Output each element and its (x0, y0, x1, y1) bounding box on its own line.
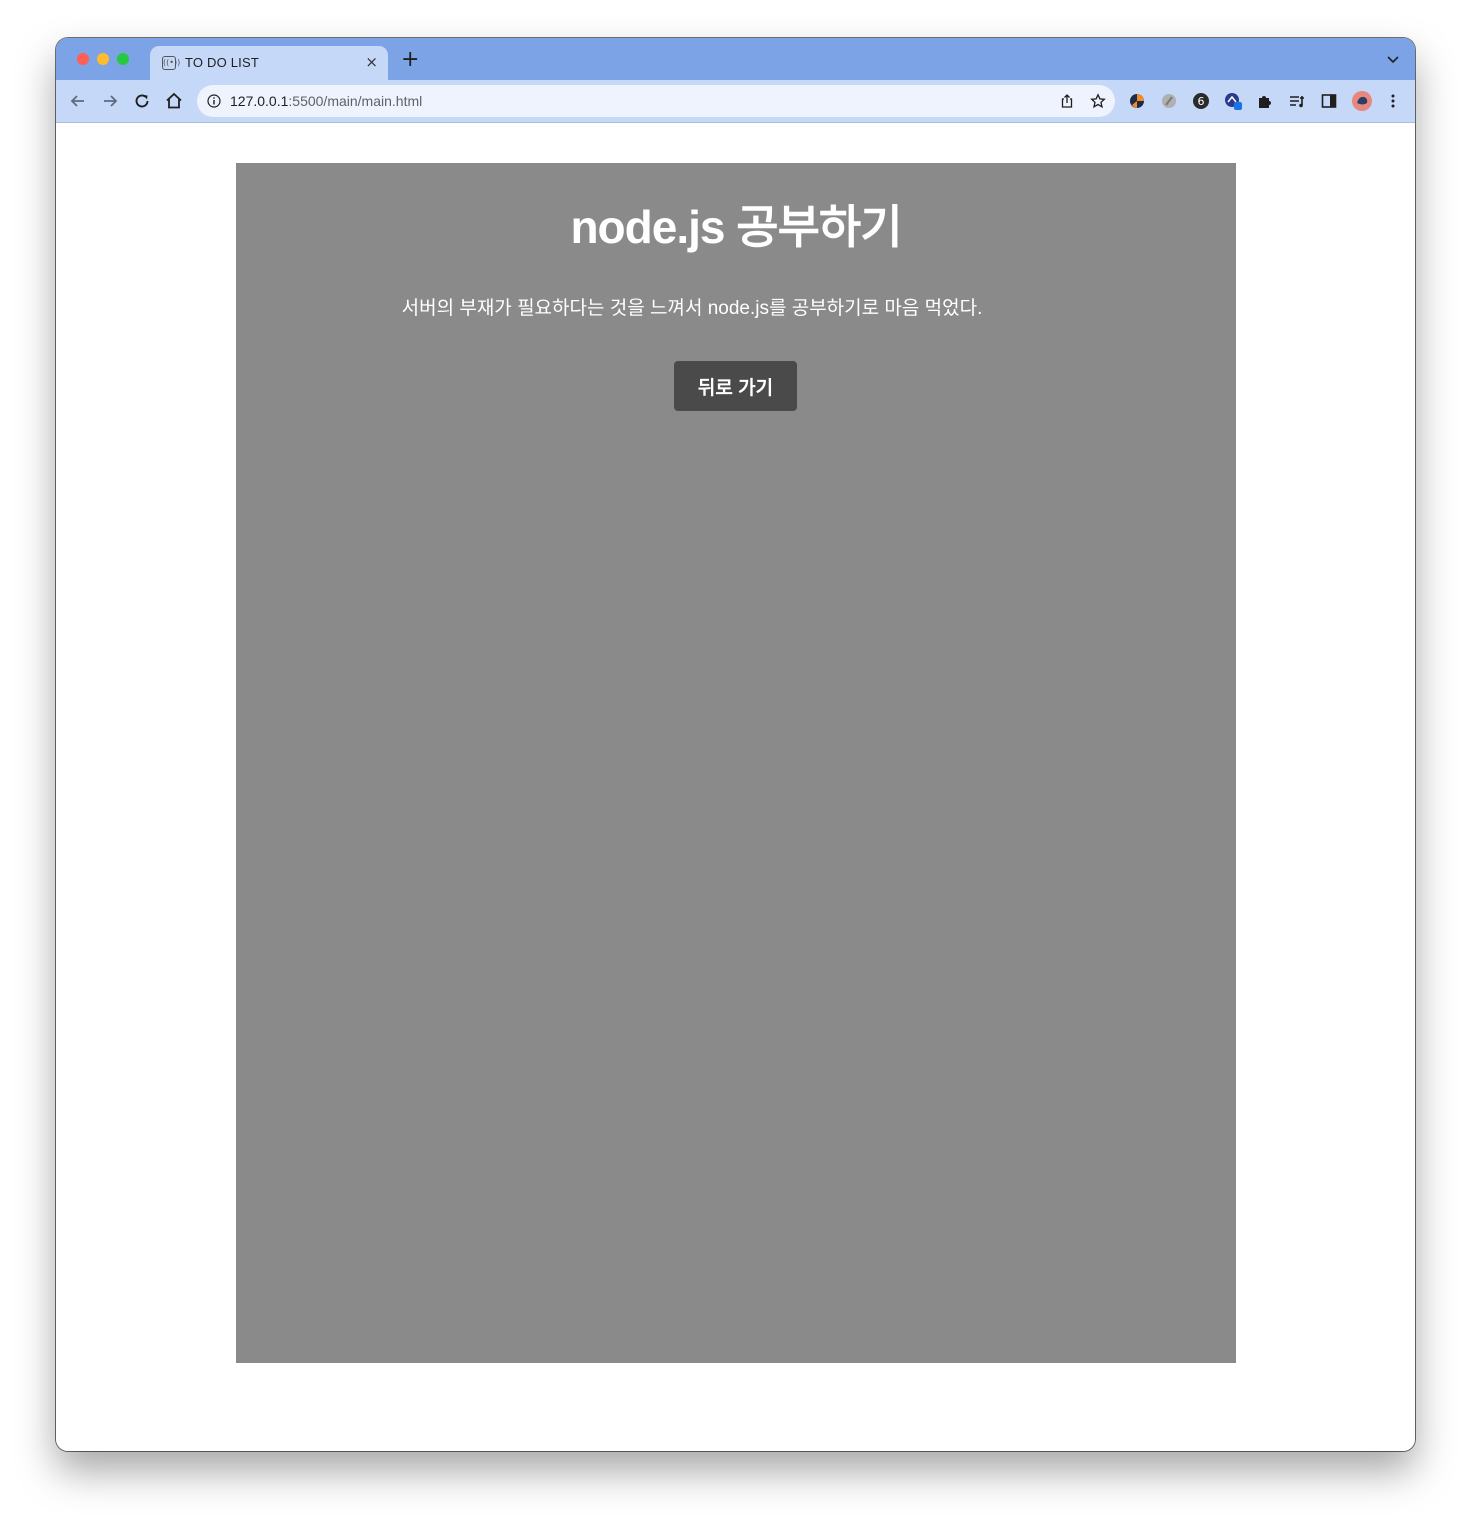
reading-list-icon[interactable] (1288, 92, 1306, 110)
browser-toolbar: 127.0.0.1:5500/main/main.html 6 (56, 80, 1415, 123)
tab-todo-list[interactable]: ((•)) TO DO LIST × (150, 46, 388, 80)
page-description: 서버의 부재가 필요하다는 것을 느껴서 node.js를 공부하기로 마음 먹… (401, 298, 983, 319)
url-host: 127.0.0.1 (230, 93, 289, 109)
url-text: 127.0.0.1:5500/main/main.html (230, 93, 422, 109)
broadcast-icon: ((•)) (162, 56, 180, 70)
browser-window: ((•)) TO DO LIST × + 127.0.0.1:5500/main… (56, 38, 1415, 1451)
side-panel-icon[interactable] (1320, 92, 1338, 110)
share-icon[interactable] (1059, 93, 1075, 109)
page-content: node.js 공부하기 서버의 부재가 필요하다는 것을 느껴서 node.j… (56, 123, 1415, 1451)
new-tab-button[interactable]: + (401, 49, 419, 71)
svg-text:6: 6 (1198, 95, 1205, 108)
info-icon[interactable] (207, 94, 221, 108)
extension-6-icon[interactable]: 6 (1192, 92, 1210, 110)
profile-avatar[interactable] (1351, 90, 1373, 112)
bookmark-star-icon[interactable] (1090, 93, 1106, 109)
forward-arrow-icon[interactable] (99, 90, 121, 112)
reload-icon[interactable] (131, 90, 153, 112)
minimize-window-button[interactable] (97, 53, 109, 65)
tab-bar: ((•)) TO DO LIST × + (56, 38, 1415, 80)
extension-orange-icon[interactable] (1128, 92, 1146, 110)
tab-title: TO DO LIST (185, 55, 259, 70)
study-card: node.js 공부하기 서버의 부재가 필요하다는 것을 느껴서 node.j… (236, 163, 1236, 1363)
chevron-down-icon[interactable] (1385, 51, 1401, 67)
home-icon[interactable] (163, 90, 185, 112)
address-bar[interactable]: 127.0.0.1:5500/main/main.html (197, 85, 1115, 117)
url-path: :5500/main/main.html (288, 93, 423, 109)
back-arrow-icon[interactable] (67, 90, 89, 112)
kebab-menu-icon[interactable] (1384, 92, 1402, 110)
close-window-button[interactable] (77, 53, 89, 65)
back-button[interactable]: 뒤로 가기 (674, 361, 797, 411)
page-title: node.js 공부하기 (570, 201, 902, 253)
maximize-window-button[interactable] (117, 53, 129, 65)
puzzle-icon[interactable] (1256, 92, 1274, 110)
close-tab-icon[interactable]: × (365, 53, 378, 71)
extension-grey-icon[interactable] (1160, 92, 1178, 110)
extension-blue-icon[interactable] (1224, 92, 1242, 110)
